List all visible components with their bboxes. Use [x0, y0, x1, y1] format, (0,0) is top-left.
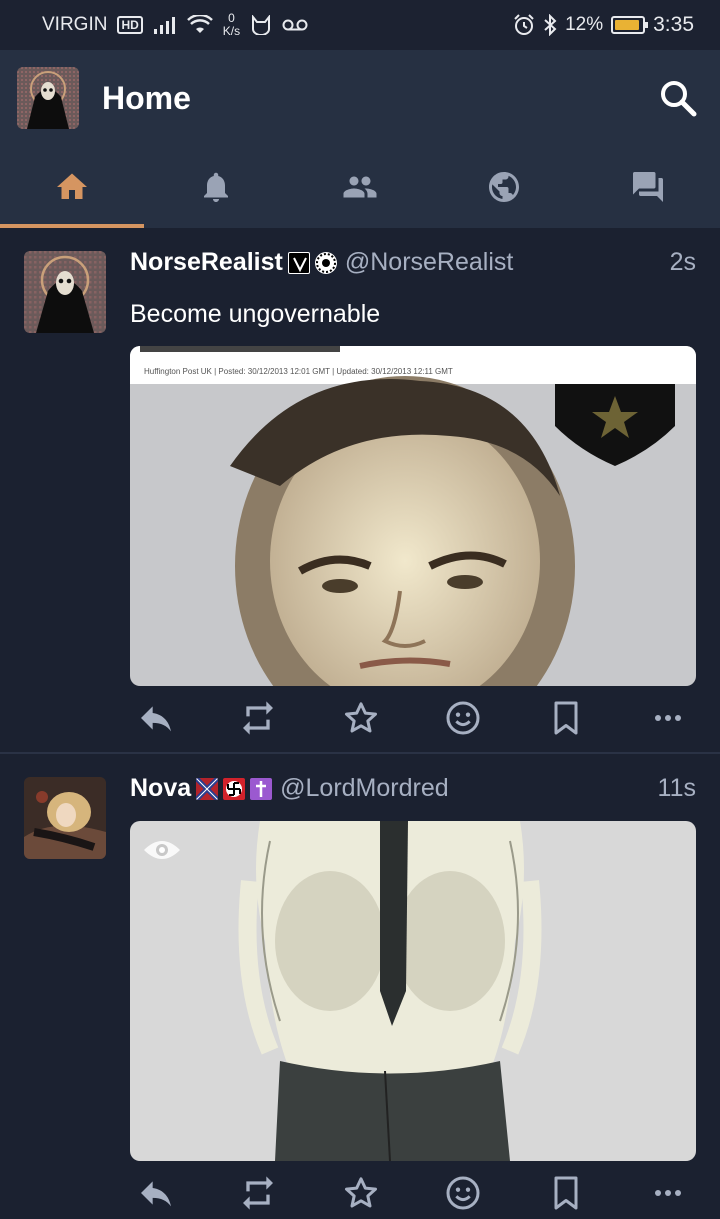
custom-emoji [196, 777, 219, 800]
media-caption: Huffington Post UK | Posted: 30/12/2013 … [144, 367, 453, 376]
boost-icon[interactable] [238, 698, 278, 738]
tab-home[interactable] [0, 146, 144, 228]
globe-icon [489, 172, 519, 202]
favourite-icon[interactable] [341, 698, 381, 738]
account-handle[interactable]: @NorseRealist [345, 248, 513, 277]
battery-percent: 12% [565, 14, 604, 35]
more-icon[interactable] [648, 698, 688, 738]
carrier-label: VIRGIN [42, 14, 108, 35]
tab-bar [0, 146, 720, 228]
post-avatar[interactable] [24, 777, 106, 859]
post-media-image[interactable] [130, 821, 696, 1161]
account-avatar[interactable] [17, 67, 79, 129]
post-avatar[interactable] [24, 251, 106, 333]
cat-notification-icon [252, 15, 271, 35]
hd-badge: HD [117, 16, 143, 34]
status-bar: VIRGIN HD 0 K/s 12% 3:35 [0, 0, 720, 50]
display-name[interactable]: Nova [130, 774, 191, 803]
display-name[interactable]: NorseRealist [130, 248, 283, 277]
more-icon[interactable] [648, 1173, 688, 1213]
reply-icon[interactable] [136, 1173, 176, 1213]
post-header: NorseRealist @NorseRealist 2s [130, 248, 696, 277]
network-speed: 0 K/s [222, 11, 241, 38]
emoji-reaction-icon[interactable] [443, 698, 483, 738]
tab-local[interactable] [288, 146, 432, 228]
chat-icon [633, 172, 663, 202]
bookmark-icon[interactable] [546, 1173, 586, 1213]
account-handle[interactable]: @LordMordred [280, 774, 449, 803]
alarm-icon [514, 14, 534, 35]
custom-emoji [250, 777, 273, 800]
emoji-reaction-icon[interactable] [443, 1173, 483, 1213]
post-timestamp[interactable]: 2s [670, 248, 696, 277]
post-text: Become ungovernable [130, 300, 381, 328]
search-icon[interactable] [658, 78, 698, 118]
home-icon [57, 173, 87, 199]
reply-icon[interactable] [136, 698, 176, 738]
post-divider [0, 752, 720, 754]
bookmark-icon[interactable] [546, 698, 586, 738]
eye-icon[interactable] [142, 835, 182, 865]
tab-notifications[interactable] [144, 146, 288, 228]
post-media-image[interactable]: Huffington Post UK | Posted: 30/12/2013 … [130, 346, 696, 686]
custom-emoji [314, 251, 337, 274]
post-actions [130, 1165, 696, 1219]
post-timestamp[interactable]: 11s [658, 774, 696, 803]
wifi-icon [186, 15, 213, 33]
post-header: Nova @LordMordred 11s [130, 774, 696, 803]
tab-federated[interactable] [432, 146, 576, 228]
favourite-icon[interactable] [341, 1173, 381, 1213]
custom-emoji [287, 251, 310, 274]
clock: 3:35 [653, 13, 694, 36]
voicemail-icon [282, 19, 308, 31]
bell-icon [204, 172, 228, 202]
app-bar: Home [0, 50, 720, 146]
boost-icon[interactable] [238, 1173, 278, 1213]
tab-conversations[interactable] [576, 146, 720, 228]
people-icon [343, 176, 377, 198]
bluetooth-icon [544, 14, 557, 36]
battery-icon [611, 16, 649, 34]
signal-icon [153, 17, 175, 34]
page-title: Home [102, 79, 191, 116]
custom-emoji [223, 777, 246, 800]
post-actions [130, 690, 696, 746]
